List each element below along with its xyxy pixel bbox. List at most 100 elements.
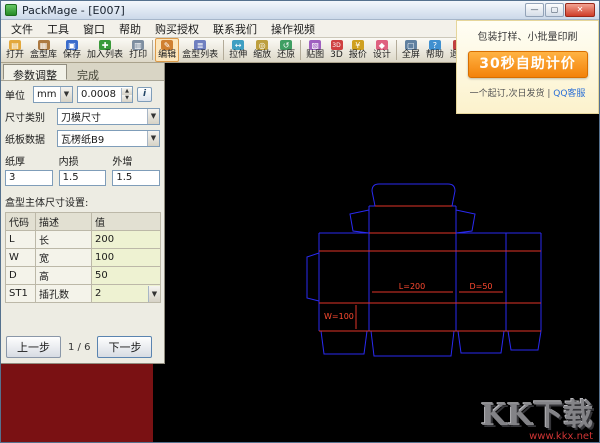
col-header-desc: 描述 [36, 213, 92, 231]
depth-value-cell[interactable]: 50 [92, 267, 161, 285]
menu-item-video[interactable]: 操作视频 [264, 20, 322, 38]
menu-item-buy-license[interactable]: 购买授权 [148, 20, 206, 38]
unit-value: mm [37, 89, 56, 100]
close-button[interactable]: ✕ [565, 3, 595, 17]
menu-item-window[interactable]: 窗口 [76, 20, 112, 38]
inner-loss-field: 内损 1.5 [59, 153, 107, 186]
zoom-button[interactable]: ◎ 缩放 [250, 38, 274, 62]
qq-service-link[interactable]: QQ客服 [553, 89, 585, 99]
promo-banner: 包装打样、小批量印刷 30秒自助计价 一个起订,次日发货 | QQ客服 [456, 20, 599, 114]
length-value-cell[interactable]: 200 [92, 231, 161, 249]
board-value: 瓦楞纸B9 [61, 131, 104, 146]
size-type-value: 刀模尺寸 [61, 109, 101, 124]
unit-label: 单位 [5, 87, 29, 102]
chevron-down-icon[interactable]: ▼ [60, 87, 72, 102]
tab-parameter-adjust[interactable]: 参数调整 [3, 64, 67, 80]
table-row: ST1 插孔数 2 ▼ [6, 285, 161, 303]
dieline-drawing: L=200 D=50 W=100 [166, 63, 600, 443]
unit-select[interactable]: mm ▼ [33, 86, 73, 103]
size-type-label: 尺寸类别 [5, 109, 53, 124]
maximize-button[interactable]: ▢ [545, 3, 564, 17]
print-label: 打印 [129, 50, 147, 60]
next-step-button[interactable]: 下一步 [97, 336, 152, 358]
inner-loss-label: 内损 [59, 153, 107, 168]
thickness-input[interactable]: 3 [5, 170, 53, 186]
depth-value: 50 [95, 270, 108, 281]
col-header-code: 代码 [6, 213, 36, 231]
board-label: 纸板数据 [5, 131, 53, 146]
row-code: D [6, 267, 36, 285]
menu-item-contact-us[interactable]: 联系我们 [206, 20, 264, 38]
menu-item-help[interactable]: 帮助 [112, 20, 148, 38]
design-button[interactable]: ◆ 设计 [370, 38, 394, 62]
self-quote-button[interactable]: 30秒自助计价 [468, 51, 588, 78]
thickness-field: 纸厚 3 [5, 153, 53, 186]
length-value: 200 [95, 234, 114, 245]
save-button[interactable]: ▣ 保存 [60, 38, 84, 62]
outer-gain-field: 外增 1.5 [112, 153, 160, 186]
chevron-down-icon[interactable]: ▼ [147, 131, 159, 146]
help-button[interactable]: ? 帮助 [423, 38, 447, 62]
box-list-icon: ≣ [194, 40, 206, 50]
print-button[interactable]: ▥ 打印 [126, 38, 150, 62]
chevron-down-icon[interactable]: ▼ [147, 109, 159, 124]
paper-params: 纸厚 3 内损 1.5 外增 1.5 [5, 153, 160, 186]
box-library-button[interactable]: ▦ 盒型库 [27, 38, 60, 62]
dimension-label-width: W=100 [324, 312, 354, 321]
stretch-icon: ↔ [232, 40, 244, 50]
dieline-cut-lines [307, 184, 541, 356]
menu-item-file[interactable]: 文件 [4, 20, 40, 38]
outer-gain-input[interactable]: 1.5 [112, 170, 160, 186]
table-row: D 高 50 [6, 267, 161, 285]
board-select[interactable]: 瓦楞纸B9 ▼ [57, 130, 160, 147]
window-title: PackMage - [E007] [22, 4, 525, 17]
stretch-label: 拉伸 [229, 50, 247, 60]
thickness-label: 纸厚 [5, 153, 53, 168]
row-code: W [6, 249, 36, 267]
edit-label: 编辑 [158, 50, 176, 60]
row-desc: 宽 [36, 249, 92, 267]
previous-step-button[interactable]: 上一步 [6, 336, 61, 358]
inner-loss-input[interactable]: 1.5 [59, 170, 107, 186]
open-button[interactable]: ▤ 打开 [3, 38, 27, 62]
toolbar-separator [300, 40, 301, 60]
design-icon: ◆ [376, 40, 388, 50]
menu-item-tools[interactable]: 工具 [40, 20, 76, 38]
stepper-arrows[interactable]: ▲▼ [121, 88, 132, 102]
minimize-button[interactable]: — [525, 3, 544, 17]
watermark-text: KK下载 [481, 401, 593, 431]
quote-button[interactable]: ¥ 报价 [346, 38, 370, 62]
restore-button[interactable]: ↺ 还原 [274, 38, 298, 62]
tab-finish[interactable]: 完成 [67, 64, 109, 80]
three-d-button[interactable]: 3D 3D [327, 38, 346, 62]
row-code: ST1 [6, 285, 36, 303]
add-to-list-button[interactable]: ✚ 加入列表 [84, 38, 126, 62]
edit-button[interactable]: ✎ 编辑 [155, 38, 179, 62]
chevron-down-icon[interactable]: ▼ [148, 286, 160, 302]
parameter-panel: 参数调整 完成 单位 mm ▼ 0.0008 ▲▼ i 尺寸类别 刀模尺寸 ▼ … [1, 63, 165, 364]
fullscreen-button[interactable]: ▢ 全屏 [399, 38, 423, 62]
dimension-label-length: L=200 [399, 282, 425, 291]
precision-value: 0.0008 [81, 89, 116, 100]
width-value-cell[interactable]: 100 [92, 249, 161, 267]
outer-gain-label: 外增 [112, 153, 160, 168]
promo-shipping-text: 一个起订,次日发货 [470, 89, 545, 99]
arrow-down-icon[interactable]: ▼ [122, 95, 132, 102]
quote-icon: ¥ [352, 40, 364, 50]
info-button[interactable]: i [137, 87, 152, 102]
precision-stepper[interactable]: 0.0008 ▲▼ [77, 86, 133, 103]
texture-button[interactable]: ▧ 贴图 [303, 38, 327, 62]
dimensions-section-title: 盒型主体尺寸设置: [5, 194, 160, 209]
open-icon: ▤ [9, 40, 21, 50]
row-code: L [6, 231, 36, 249]
toolbar-separator [396, 40, 397, 60]
box-list-button[interactable]: ≣ 盒型列表 [179, 38, 221, 62]
unit-row: 单位 mm ▼ 0.0008 ▲▼ i [5, 86, 160, 103]
arrow-up-icon[interactable]: ▲ [122, 88, 132, 95]
stretch-button[interactable]: ↔ 拉伸 [226, 38, 250, 62]
size-type-select[interactable]: 刀模尺寸 ▼ [57, 108, 160, 125]
design-label: 设计 [373, 50, 391, 60]
wizard-nav: 上一步 1 / 6 下一步 [6, 336, 159, 358]
slot-count-select[interactable]: 2 ▼ [92, 285, 161, 303]
app-logo-icon [5, 4, 17, 16]
